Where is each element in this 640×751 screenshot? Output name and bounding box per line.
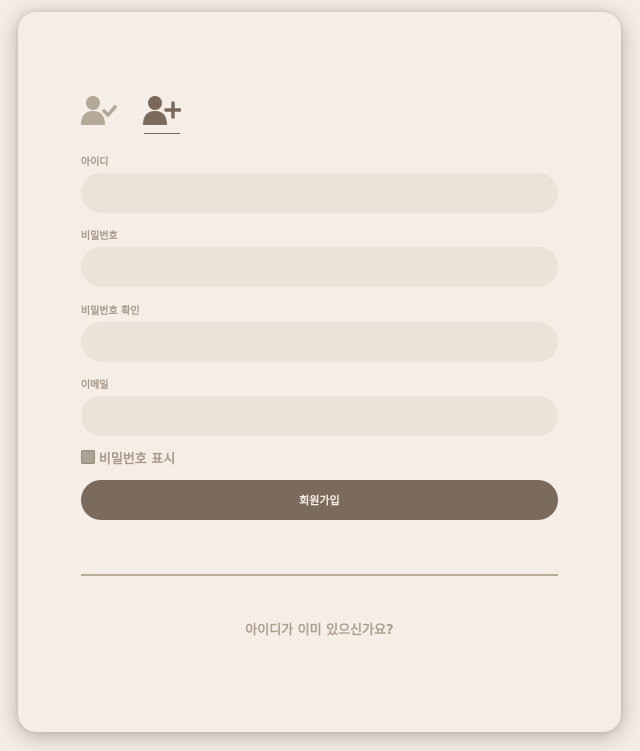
show-password-checkbox[interactable] bbox=[81, 450, 95, 464]
tab-signup[interactable] bbox=[143, 95, 181, 133]
password-input[interactable] bbox=[81, 247, 558, 287]
password-confirm-label: 비밀번호 확인 bbox=[81, 306, 140, 317]
show-password-toggle[interactable]: 비밀번호 표시 bbox=[81, 449, 176, 467]
active-tab-underline bbox=[144, 133, 180, 134]
user-check-icon bbox=[81, 96, 117, 125]
login-link[interactable]: 아이디가 이미 있으신가요? bbox=[18, 619, 621, 638]
email-input[interactable] bbox=[81, 396, 558, 436]
user-plus-icon bbox=[143, 96, 181, 125]
divider bbox=[81, 574, 558, 576]
username-input[interactable] bbox=[81, 173, 558, 213]
signup-card: 아이디 비밀번호 비밀번호 확인 이메일 비밀번호 표시 회원가입 아이디가 이… bbox=[18, 12, 621, 732]
username-label: 아이디 bbox=[81, 157, 109, 168]
show-password-label: 비밀번호 표시 bbox=[99, 451, 176, 467]
password-confirm-input[interactable] bbox=[81, 322, 558, 362]
password-label: 비밀번호 bbox=[81, 231, 118, 242]
signup-button[interactable]: 회원가입 bbox=[81, 480, 558, 520]
email-label: 이메일 bbox=[81, 380, 109, 391]
tab-login[interactable] bbox=[81, 95, 119, 133]
